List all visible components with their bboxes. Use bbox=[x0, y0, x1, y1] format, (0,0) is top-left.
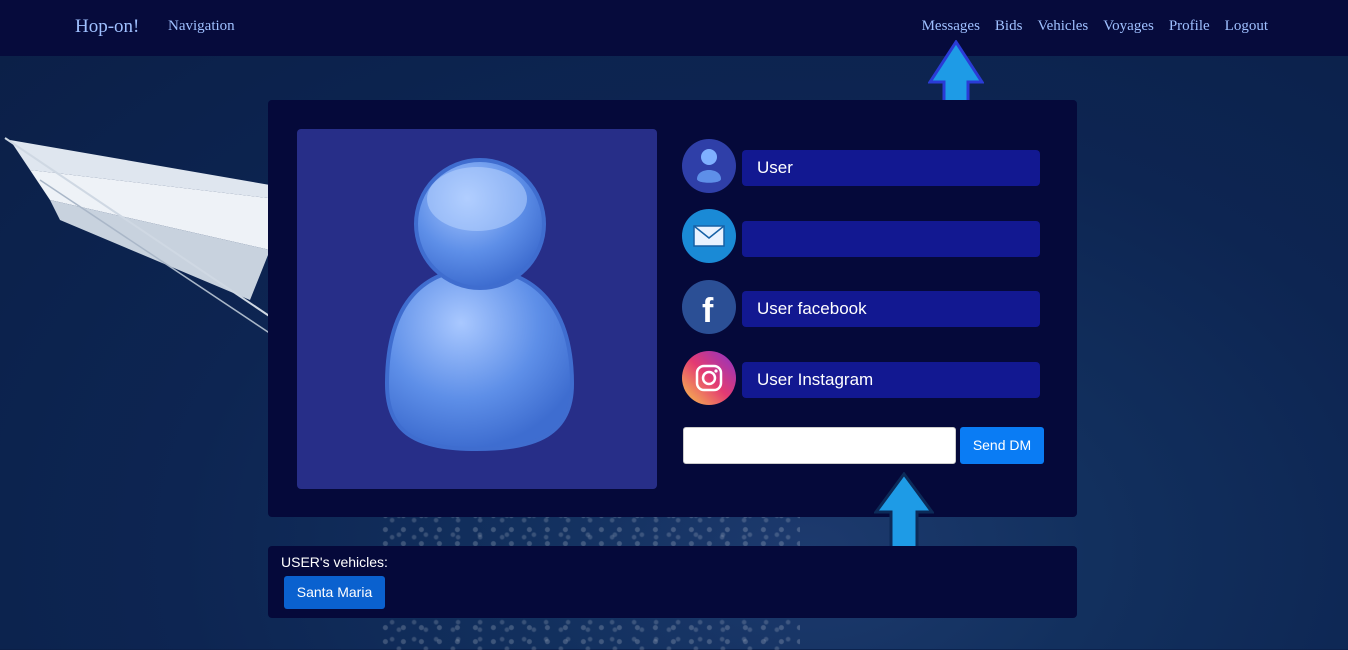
svg-text:f: f bbox=[702, 292, 714, 330]
top-navbar: Hop-on! Navigation Messages Bids Vehicle… bbox=[0, 0, 1348, 56]
send-dm-button[interactable]: Send DM bbox=[960, 427, 1044, 464]
nav-link-messages[interactable]: Messages bbox=[922, 18, 980, 35]
brand-logo[interactable]: Hop-on! bbox=[75, 16, 139, 38]
vehicles-label: USER's vehicles: bbox=[281, 554, 388, 570]
dm-message-input[interactable] bbox=[683, 427, 956, 464]
user-icon bbox=[682, 139, 736, 193]
nav-link-logout[interactable]: Logout bbox=[1225, 18, 1268, 35]
nav-link-profile[interactable]: Profile bbox=[1169, 18, 1210, 35]
avatar-user-icon bbox=[384, 158, 575, 452]
navigation-label: Navigation bbox=[168, 18, 235, 34]
username-field: User bbox=[742, 150, 1040, 186]
nav-links: Messages Bids Vehicles Voyages Profile L… bbox=[922, 18, 1268, 35]
nav-link-voyages[interactable]: Voyages bbox=[1103, 18, 1154, 35]
profile-avatar bbox=[297, 129, 657, 489]
user-vehicles-panel: USER's vehicles: Santa Maria bbox=[268, 546, 1077, 618]
instagram-icon[interactable] bbox=[682, 351, 736, 405]
nav-link-bids[interactable]: Bids bbox=[995, 18, 1023, 35]
envelope-icon bbox=[682, 209, 736, 263]
instagram-field: User Instagram bbox=[742, 362, 1040, 398]
vehicle-button-santa-maria[interactable]: Santa Maria bbox=[284, 576, 385, 609]
sailboat-background-image bbox=[4, 137, 291, 341]
facebook-icon[interactable]: f bbox=[682, 280, 736, 334]
facebook-field: User facebook bbox=[742, 291, 1040, 327]
nav-link-vehicles[interactable]: Vehicles bbox=[1037, 18, 1088, 35]
email-field bbox=[742, 221, 1040, 257]
